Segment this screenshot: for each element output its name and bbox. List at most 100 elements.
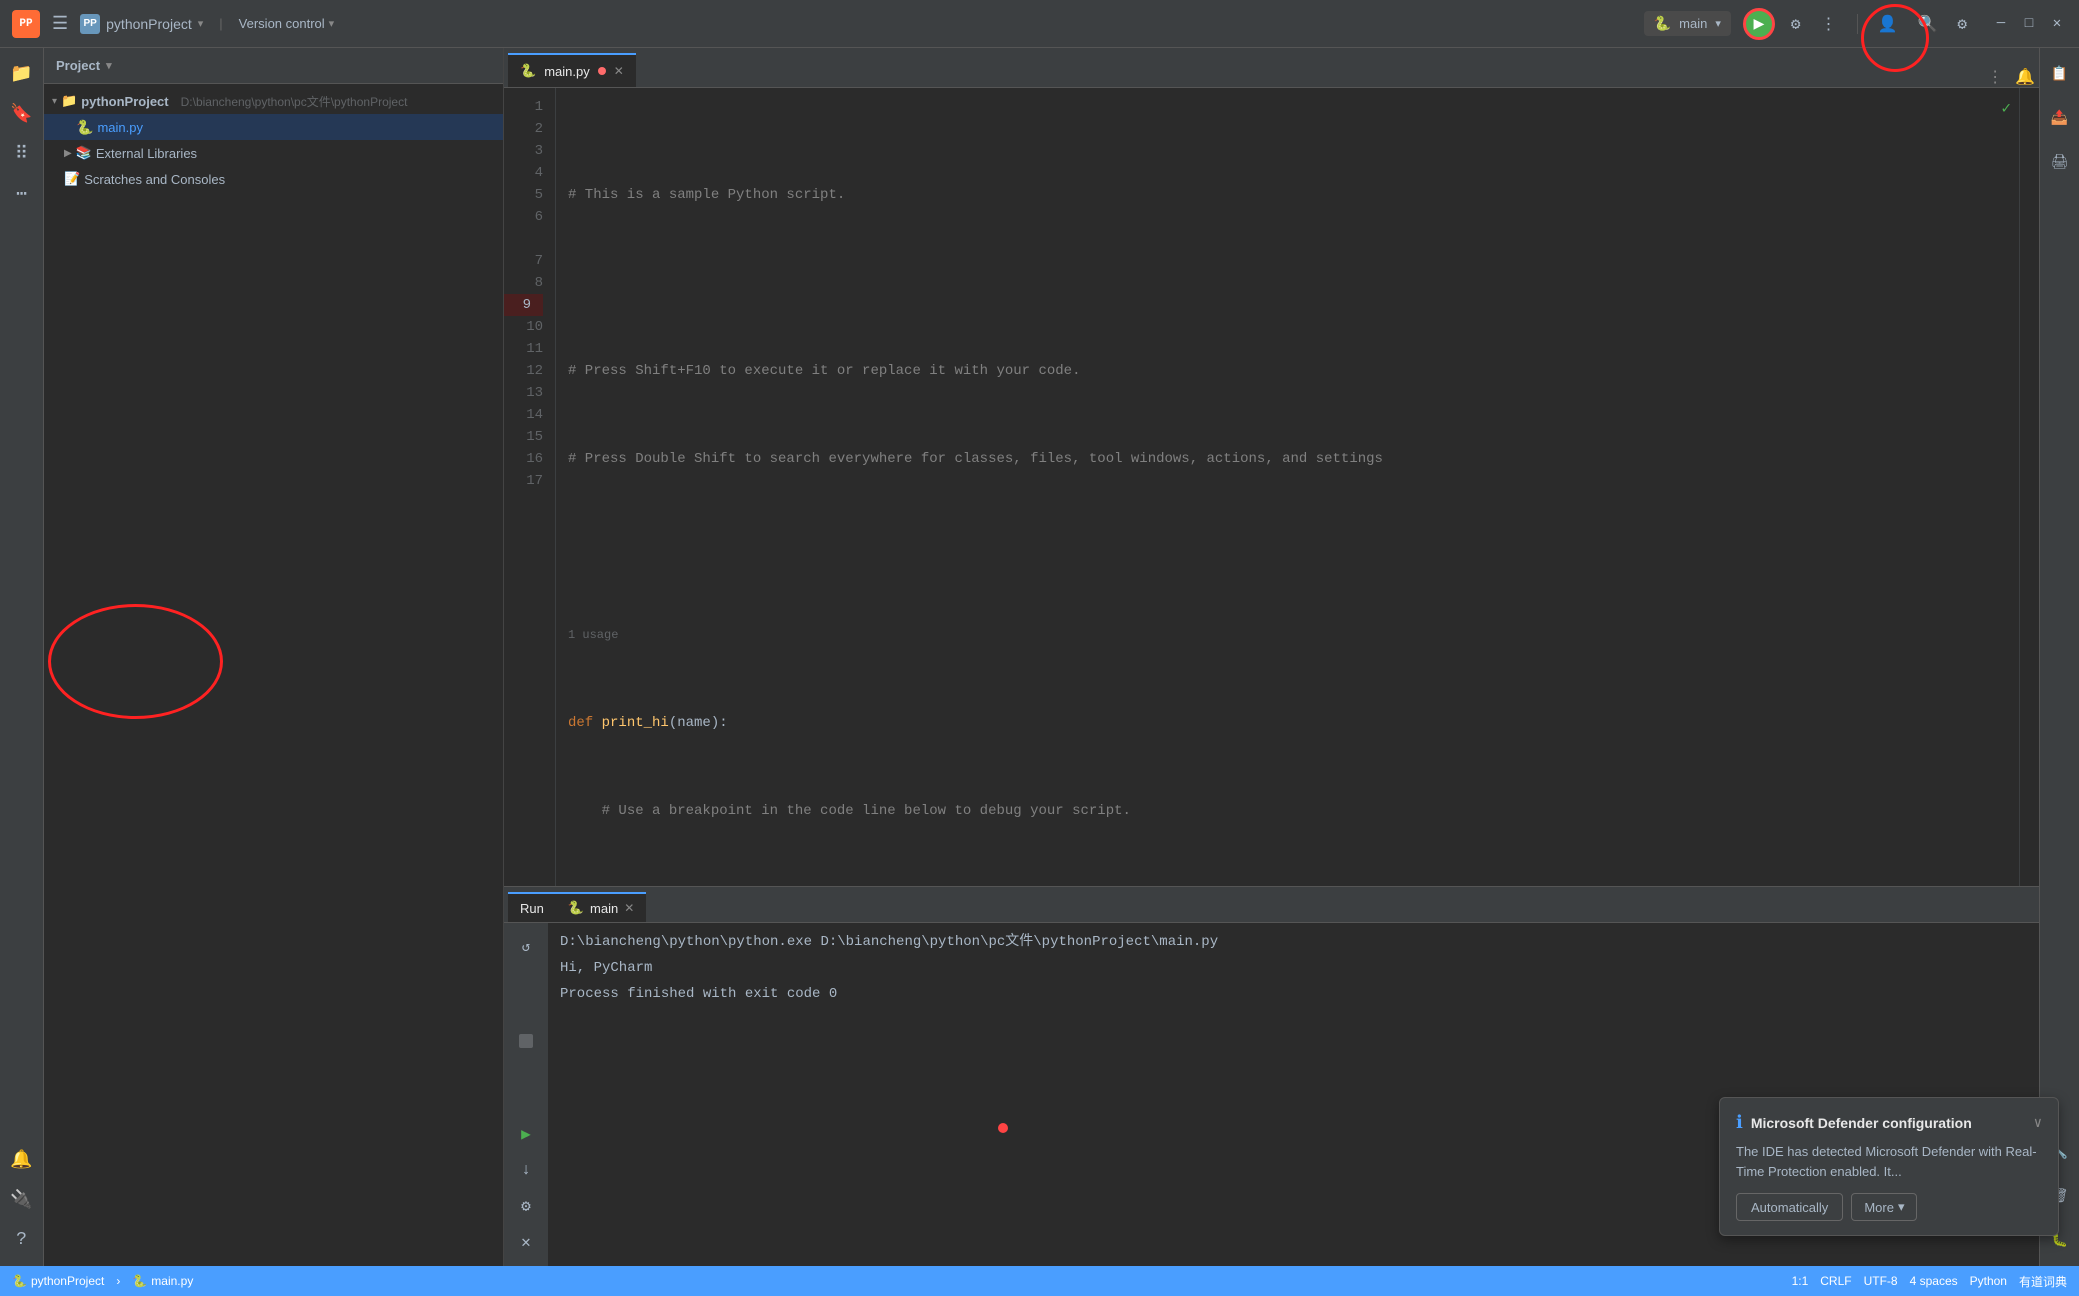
editor-tab-main-py[interactable]: 🐍 main.py ✕: [508, 53, 636, 87]
hamburger-menu[interactable]: ☰: [52, 13, 68, 35]
terminal-line-1: D:\biancheng\python\python.exe D:\bianch…: [560, 931, 2027, 953]
tree-expand-icon: ▶: [64, 148, 72, 159]
sidebar-item-plugins[interactable]: 🔌: [4, 1182, 40, 1218]
status-vcs[interactable]: 有道词典: [2019, 1273, 2067, 1290]
notification-expand-icon[interactable]: ∨: [2034, 1115, 2042, 1132]
notification-body: The IDE has detected Microsoft Defender …: [1736, 1142, 2042, 1181]
code-editor[interactable]: 1 2 3 4 5 6 7 8 9 10 11 12 13: [504, 88, 2039, 886]
tree-item-main-py[interactable]: 🐍 main.py: [44, 114, 503, 140]
tab-close-button[interactable]: ✕: [614, 64, 624, 78]
search-icon[interactable]: 🔍: [1913, 10, 1941, 38]
sidebar-item-more[interactable]: ⋯: [4, 176, 40, 212]
tree-expand-icon: ▾: [52, 96, 57, 107]
code-line-8: # Use a breakpoint in the code line belo…: [568, 800, 2019, 822]
project-icon: PP: [80, 14, 100, 34]
code-line-usage: 1 usage: [568, 624, 2019, 646]
editor-minimap: [2019, 88, 2039, 886]
app-logo: PP: [12, 10, 40, 38]
code-line-4: # Press Double Shift to search everywher…: [568, 448, 2019, 470]
right-sidebar-icon-2[interactable]: 📤: [2042, 100, 2078, 136]
status-project[interactable]: 🐍 pythonProject: [12, 1274, 104, 1288]
sidebar-item-structure[interactable]: ⠿: [4, 136, 40, 172]
terminal-line-2: Hi, PyCharm: [560, 957, 2027, 979]
code-content[interactable]: ✓ # This is a sample Python script. # Pr…: [556, 88, 2019, 886]
status-encoding[interactable]: UTF-8: [1864, 1274, 1898, 1288]
more-button[interactable]: More ▾: [1851, 1193, 1917, 1221]
run-tab[interactable]: Run: [508, 892, 556, 922]
code-line-7: def print_hi(name):: [568, 712, 2019, 734]
scroll-end-icon[interactable]: ↓: [510, 1154, 542, 1186]
notification-title: Microsoft Defender configuration: [1751, 1115, 1972, 1131]
file-tree-header: Project ▾: [44, 48, 503, 84]
lib-folder-icon: 📚: [76, 145, 92, 161]
status-indent[interactable]: 4 spaces: [1910, 1274, 1958, 1288]
tab-actions: ⋮ 🔔: [1987, 67, 2035, 87]
file-tree-panel: Project ▾ ▾ 📁 pythonProject D:\biancheng…: [44, 48, 504, 1266]
run-configuration[interactable]: 🐍 main ▾: [1644, 11, 1731, 36]
automatically-button[interactable]: Automatically: [1736, 1193, 1843, 1221]
project-name-label: pythonProject: [106, 16, 192, 32]
run-config-chevron: ▾: [1715, 17, 1721, 30]
notification-actions: Automatically More ▾: [1736, 1193, 2042, 1221]
version-control-menu[interactable]: Version control ▾: [239, 16, 335, 31]
code-line-3: # Press Shift+F10 to execute it or repla…: [568, 360, 2019, 382]
project-chevron-icon: ▾: [198, 17, 204, 30]
main-tab-icon: 🐍: [568, 900, 584, 916]
notification-header: ℹ Microsoft Defender configuration ∨: [1736, 1112, 2042, 1134]
file-tree-content: ▾ 📁 pythonProject D:\biancheng\python\pc…: [44, 84, 503, 1266]
vcs-icon[interactable]: 👤: [1874, 10, 1902, 38]
tree-item-external-libs[interactable]: ▶ 📚 External Libraries: [44, 140, 503, 166]
python-file-icon: 🐍: [76, 119, 93, 136]
code-line-2: [568, 272, 2019, 294]
tab-python-icon: 🐍: [520, 63, 536, 79]
maximize-button[interactable]: □: [2019, 14, 2039, 34]
notifications-bell-icon[interactable]: 🔔: [2015, 67, 2035, 87]
version-control-chevron: ▾: [329, 17, 335, 30]
right-sidebar-icon-1[interactable]: 📋: [2042, 56, 2078, 92]
code-check-icon: ✓: [2001, 98, 2011, 120]
sidebar-item-notifications[interactable]: 🔔: [4, 1142, 40, 1178]
status-bar: 🐍 pythonProject › 🐍 main.py 1:1 CRLF UTF…: [0, 1266, 2079, 1296]
status-position[interactable]: 1:1: [1792, 1274, 1809, 1288]
run-button[interactable]: ▶: [1743, 8, 1775, 40]
more-options-icon[interactable]: ⋮: [1817, 10, 1841, 38]
main-tab-close[interactable]: ✕: [624, 901, 634, 915]
tree-item-root[interactable]: ▾ 📁 pythonProject D:\biancheng\python\pc…: [44, 88, 503, 114]
minimize-button[interactable]: ─: [1991, 14, 2011, 34]
bottom-tabs: Run 🐍 main ✕: [504, 887, 2039, 923]
right-sidebar-icon-3[interactable]: 🖨: [2042, 144, 2078, 180]
status-line-ending[interactable]: CRLF: [1820, 1274, 1851, 1288]
folder-icon: 📁: [61, 93, 77, 109]
left-sidebar: 📁 🔖 ⠿ ⋯ 🔔 🔌 ?: [0, 48, 44, 1266]
play-icon[interactable]: ▶: [510, 1118, 542, 1150]
main-tab[interactable]: 🐍 main ✕: [556, 892, 646, 922]
scratch-icon: 📝: [64, 171, 80, 187]
terminal-cursor: [998, 1123, 1008, 1133]
settings-panel-icon[interactable]: ⚙: [510, 1190, 542, 1222]
code-line-5: [568, 536, 2019, 558]
line-numbers: 1 2 3 4 5 6 7 8 9 10 11 12 13: [504, 88, 556, 886]
close-button[interactable]: ✕: [2047, 14, 2067, 34]
project-dropdown-icon: ▾: [106, 59, 112, 72]
editor-tabs: 🐍 main.py ✕ ⋮ 🔔: [504, 48, 2039, 88]
sidebar-item-project[interactable]: 📁: [4, 56, 40, 92]
project-selector[interactable]: PP pythonProject ▾: [80, 14, 203, 34]
title-bar: PP ☰ PP pythonProject ▾ | Version contro…: [0, 0, 2079, 48]
status-file[interactable]: 🐍 main.py: [132, 1274, 193, 1288]
status-language[interactable]: Python: [1970, 1274, 2007, 1288]
notification-popup: ℹ Microsoft Defender configuration ∨ The…: [1719, 1097, 2059, 1236]
settings-icon[interactable]: ⚙: [1787, 10, 1805, 38]
tab-modified-indicator: [598, 67, 606, 75]
sidebar-item-help[interactable]: ?: [4, 1222, 40, 1258]
editor-area: 🐍 main.py ✕ ⋮ 🔔 1 2 3 4 5: [504, 48, 2039, 1266]
rerun-icon[interactable]: ↺: [510, 931, 542, 963]
code-line-1: # This is a sample Python script.: [568, 184, 2019, 206]
close-panel-icon[interactable]: ✕: [510, 1226, 542, 1258]
sidebar-item-bookmarks[interactable]: 🔖: [4, 96, 40, 132]
status-separator: ›: [116, 1274, 120, 1288]
tab-gear-icon[interactable]: ⋮: [1987, 67, 2003, 87]
tree-item-scratches[interactable]: 📝 Scratches and Consoles: [44, 166, 503, 192]
gear-icon[interactable]: ⚙: [1953, 10, 1971, 38]
stop-icon[interactable]: [519, 1034, 533, 1048]
right-tool-sidebar: 📋 📤 🖨 🔧 🗑 🐛: [2039, 48, 2079, 1266]
